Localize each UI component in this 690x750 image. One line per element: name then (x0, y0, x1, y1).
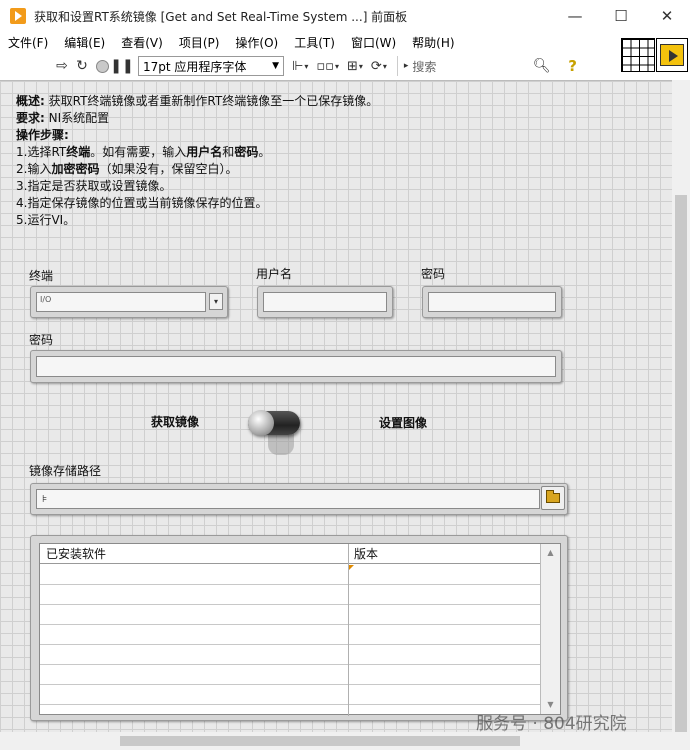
username-control (257, 286, 393, 318)
password-control (422, 286, 562, 318)
encrypt-password-field[interactable] (36, 356, 556, 377)
scroll-up-icon[interactable]: ▲ (541, 545, 560, 561)
title-bar: 获取和设置RT系统镜像 [Get and Set Real-Time Syste… (0, 0, 690, 32)
search-expand-icon: ▸ (403, 61, 409, 71)
get-image-label: 获取镜像 (151, 415, 200, 429)
run-continuously-icon[interactable]: ↻ (72, 56, 92, 76)
window-title: 获取和设置RT系统镜像 [Get and Set Real-Time Syste… (34, 9, 408, 24)
window-controls: — ☐ ✕ (552, 0, 690, 32)
step-2: 2.输入加密密码（如果没有，保留空白）。 (16, 162, 238, 176)
vi-icon[interactable] (656, 38, 688, 72)
steps-heading: 操作步骤: (16, 128, 69, 142)
close-button[interactable]: ✕ (644, 0, 690, 32)
image-path-label: 镜像存储路径 (29, 464, 102, 478)
step-5: 5.运行VI。 (16, 213, 76, 227)
menu-bar: 文件(F) 编辑(E) 查看(V) 项目(P) 操作(O) 工具(T) 窗口(W… (0, 32, 620, 52)
front-panel: 概述: 获取RT终端镜像或者重新制作RT终端镜像至一个已保存镜像。 要求: NI… (0, 80, 672, 732)
installed-software-table: 已安装软件 版本 ▲ ▼ (30, 535, 568, 721)
vertical-scroll-thumb[interactable] (675, 195, 687, 750)
image-path-control: ⊧ (30, 483, 568, 515)
table-row[interactable] (40, 685, 540, 705)
menu-view[interactable]: 查看(V) (121, 34, 163, 51)
terminal-label: 终端 (29, 269, 54, 283)
requirements-line: 要求: NI系统配置 (16, 111, 110, 125)
column-header-version: 版本 (354, 547, 379, 561)
table-row[interactable] (40, 585, 540, 605)
reorder-icon[interactable]: ⟳ ▾ (371, 56, 387, 76)
table-scrollbar[interactable]: ▲ ▼ (540, 544, 560, 714)
font-select[interactable]: 17pt 应用程序字体 ▼ (138, 56, 284, 76)
abort-icon[interactable] (92, 56, 112, 76)
column-header-software: 已安装软件 (46, 547, 107, 561)
encrypt-password-control (30, 350, 562, 383)
resize-objects-icon[interactable]: ⊞ ▾ (347, 56, 363, 76)
pause-icon[interactable]: ❚❚ (110, 56, 133, 76)
username-label: 用户名 (256, 267, 293, 281)
toolbar: ⇨ ↻ ❚❚ 17pt 应用程序字体 ▼ ⊩ ▾ ▫▫ ▾ ⊞ ▾ ⟳ ▾ ▸ 搜索 🔍… (0, 52, 620, 80)
table-header: 已安装软件 版本 (40, 544, 540, 564)
minimize-button[interactable]: — (552, 0, 598, 32)
path-type-icon: ⊧ (42, 494, 48, 505)
menu-file[interactable]: 文件(F) (8, 34, 48, 51)
connector-pane[interactable] (621, 38, 655, 72)
step-4: 4.指定保存镜像的位置或当前镜像保存的位置。 (16, 196, 268, 210)
browse-button[interactable] (541, 486, 565, 510)
step-3: 3.指定是否获取或设置镜像。 (16, 179, 172, 193)
distribute-objects-icon[interactable]: ▫▫ ▾ (316, 56, 339, 76)
terminal-dropdown-button[interactable]: ▾ (209, 293, 223, 310)
menu-tools[interactable]: 工具(T) (294, 34, 335, 51)
align-objects-icon[interactable]: ⊩ ▾ (292, 56, 308, 76)
menu-operate[interactable]: 操作(O) (235, 34, 278, 51)
vertical-scrollbar[interactable] (672, 80, 690, 750)
horizontal-scrollbar[interactable] (0, 732, 690, 750)
run-vi-icon (660, 44, 684, 66)
menu-edit[interactable]: 编辑(E) (64, 34, 105, 51)
set-image-label: 设置图像 (379, 416, 428, 430)
maximize-button[interactable]: ☐ (598, 0, 644, 32)
context-help-icon[interactable]: ? (565, 57, 581, 75)
table-row[interactable] (40, 645, 540, 665)
table-body: 已安装软件 版本 ▲ ▼ (39, 543, 561, 716)
password-field[interactable] (428, 292, 556, 312)
watermark: 服务号 · 804研究院 (476, 714, 627, 732)
encrypt-password-label: 密码 (29, 333, 54, 347)
username-field[interactable] (263, 292, 387, 312)
run-arrow-icon[interactable]: ⇨ (52, 56, 72, 76)
image-path-field[interactable]: ⊧ (36, 489, 540, 509)
font-select-value: 17pt 应用程序字体 (143, 59, 247, 74)
table-row[interactable] (40, 665, 540, 685)
search-icon[interactable]: 🔍︎ (533, 58, 551, 74)
table-row[interactable] (40, 565, 540, 585)
table-row[interactable] (40, 605, 540, 625)
labview-app-icon (10, 8, 26, 24)
folder-open-icon (546, 490, 560, 503)
cell-marker-icon (349, 565, 354, 570)
horizontal-scroll-thumb[interactable] (120, 736, 520, 746)
terminal-control: I/O ▾ (30, 286, 228, 318)
overview-line: 概述: 获取RT终端镜像或者重新制作RT终端镜像至一个已保存镜像。 (16, 94, 379, 108)
menu-window[interactable]: 窗口(W) (351, 34, 396, 51)
password-label: 密码 (421, 267, 446, 281)
toggle-knob[interactable] (248, 410, 274, 436)
menu-help[interactable]: 帮助(H) (412, 34, 454, 51)
menu-project[interactable]: 项目(P) (179, 34, 220, 51)
chevron-down-icon: ▼ (272, 61, 279, 71)
terminal-input[interactable]: I/O (36, 292, 206, 312)
description-block: 概述: 获取RT终端镜像或者重新制作RT终端镜像至一个已保存镜像。 要求: NI… (16, 93, 378, 229)
search-input[interactable]: ▸ 搜索 (396, 56, 527, 76)
step-1: 1.选择RT终端。如有需要，输入用户名和密码。 (16, 145, 271, 159)
io-name-icon: I/O (40, 295, 52, 304)
table-row[interactable] (40, 625, 540, 645)
search-placeholder: 搜索 (412, 59, 437, 74)
